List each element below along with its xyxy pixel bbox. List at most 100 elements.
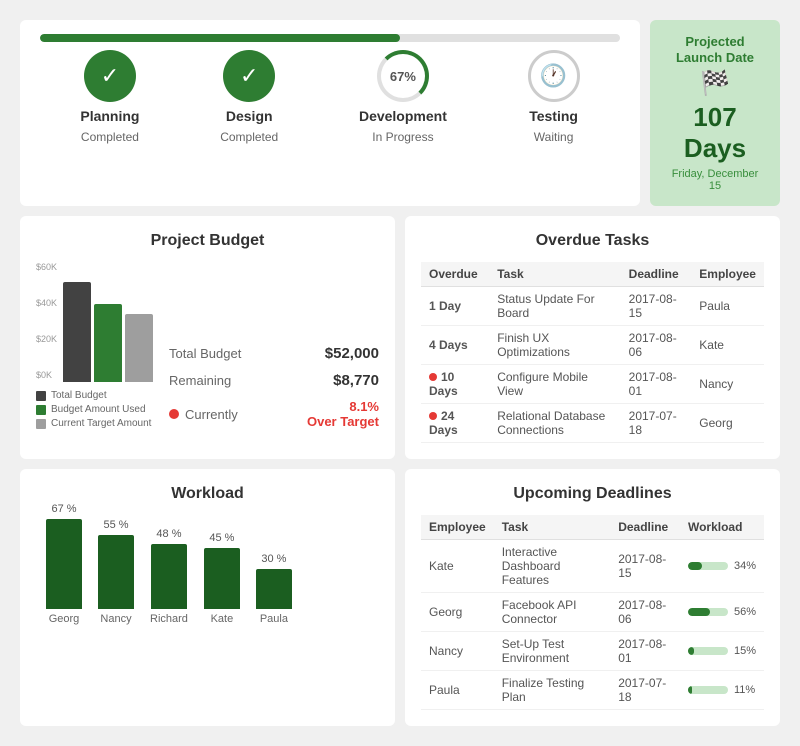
paula-pct-label: 11% [734, 684, 755, 696]
currently-value: 8.1% [349, 399, 379, 414]
dl-task-nancy: Set-Up Test Environment [494, 632, 611, 671]
kate-pct: 45 % [209, 532, 234, 544]
overdue-header-row: Overdue Task Deadline Employee [421, 262, 764, 287]
kate-label: Kate [211, 613, 234, 625]
design-icon: ✓ [223, 50, 275, 102]
overdue-days-2: 4 Days [421, 326, 489, 365]
overdue-task-2: Finish UX Optimizations [489, 326, 620, 365]
legend-dot-target [36, 419, 46, 429]
planning-status: Completed [81, 130, 139, 144]
design-name: Design [226, 108, 273, 124]
flag-icon: 🏁 [700, 69, 730, 98]
dl-row-georg: Georg Facebook API Connector 2017-08-06 … [421, 593, 764, 632]
development-name: Development [359, 108, 447, 124]
nancy-bar [98, 535, 134, 609]
kate-progress-bar [688, 562, 728, 570]
bar-total [63, 282, 91, 382]
dl-deadline-kate: 2017-08-15 [610, 540, 680, 593]
overdue-col-task: Task [489, 262, 620, 287]
dashboard: ✓ Planning Completed ✓ Design Completed [10, 10, 790, 736]
dl-workload-paula: 11% [680, 671, 764, 710]
georg-progress-fill [688, 608, 710, 616]
paula-pct: 30 % [261, 553, 286, 565]
paula-progress-fill [688, 686, 692, 694]
dl-employee-kate: Kate [421, 540, 494, 593]
georg-bar [46, 519, 82, 609]
launch-card: Projected Launch Date 🏁 107 Days Friday,… [650, 20, 780, 206]
overdue-days-1: 1 Day [421, 287, 489, 326]
testing-status: Waiting [534, 130, 574, 144]
nancy-label: Nancy [100, 613, 131, 625]
overdue-col-employee: Employee [691, 262, 764, 287]
dl-workload-georg: 56% [680, 593, 764, 632]
total-label: Total Budget [169, 346, 241, 361]
overdue-deadline-1: 2017-08-15 [621, 287, 692, 326]
middle-section: Project Budget $60K $40K $20K $0K [20, 216, 780, 459]
overdue-row-2: 4 Days Finish UX Optimizations 2017-08-0… [421, 326, 764, 365]
dl-deadline-paula: 2017-07-18 [610, 671, 680, 710]
overdue-col-deadline: Deadline [621, 262, 692, 287]
legend-target: Current Target Amount [36, 418, 153, 429]
paula-bar [256, 569, 292, 609]
georg-label: Georg [49, 613, 80, 625]
launch-days: 107 Days [668, 102, 762, 164]
overdue-col-overdue: Overdue [421, 262, 489, 287]
planning-icon: ✓ [84, 50, 136, 102]
budget-title: Project Budget [36, 232, 379, 250]
remaining-label: Remaining [169, 373, 231, 388]
red-dot-4 [429, 412, 437, 420]
richard-label: Richard [150, 613, 188, 625]
stat-total: Total Budget $52,000 [169, 345, 379, 362]
workload-bar-georg: 67 % Georg [46, 503, 82, 625]
overdue-employee-4: Georg [691, 404, 764, 443]
georg-progress-bar [688, 608, 728, 616]
phase-development: 67% Development In Progress [359, 50, 447, 144]
overdue-days-4: 24 Days [421, 404, 489, 443]
dl-col-workload: Workload [680, 515, 764, 540]
dl-workload-kate: 34% [680, 540, 764, 593]
over-target-dot [169, 409, 179, 419]
overdue-task-3: Configure Mobile View [489, 365, 620, 404]
development-status: In Progress [372, 130, 433, 144]
richard-pct: 48 % [156, 528, 181, 540]
dl-deadline-nancy: 2017-08-01 [610, 632, 680, 671]
nancy-progress-bar [688, 647, 728, 655]
dl-deadline-georg: 2017-08-06 [610, 593, 680, 632]
design-status: Completed [220, 130, 278, 144]
budget-stats: Total Budget $52,000 Remaining $8,770 Cu… [169, 345, 379, 429]
phases-card: ✓ Planning Completed ✓ Design Completed [20, 20, 640, 206]
overdue-employee-3: Nancy [691, 365, 764, 404]
dl-employee-paula: Paula [421, 671, 494, 710]
overdue-task-1: Status Update For Board [489, 287, 620, 326]
launch-title: Projected Launch Date [668, 34, 762, 65]
dl-employee-georg: Georg [421, 593, 494, 632]
deadlines-header-row: Employee Task Deadline Workload [421, 515, 764, 540]
budget-legend: Total Budget Budget Amount Used Current … [36, 390, 153, 429]
bar-target [125, 314, 153, 382]
y-labels: $60K $40K $20K $0K [36, 262, 57, 382]
stat-currently: Currently 8.1% Over Target [169, 399, 379, 429]
dl-row-kate: Kate Interactive Dashboard Features 2017… [421, 540, 764, 593]
phases-row: ✓ Planning Completed ✓ Design Completed [40, 50, 620, 144]
overdue-deadline-3: 2017-08-01 [621, 365, 692, 404]
budget-bars [63, 262, 153, 382]
top-section: ✓ Planning Completed ✓ Design Completed [20, 20, 780, 206]
paula-label: Paula [260, 613, 288, 625]
bottom-section: Workload 67 % Georg 55 % Nancy 48 % Rich… [20, 469, 780, 726]
remaining-value: $8,770 [333, 372, 379, 389]
overdue-title: Overdue Tasks [421, 232, 764, 250]
workload-card: Workload 67 % Georg 55 % Nancy 48 % Rich… [20, 469, 395, 726]
overdue-row-1: 1 Day Status Update For Board 2017-08-15… [421, 287, 764, 326]
overdue-card: Overdue Tasks Overdue Task Deadline Empl… [405, 216, 780, 459]
currently-label: Currently [169, 407, 238, 422]
phase-testing: 🕐 Testing Waiting [528, 50, 580, 144]
overdue-row-4: 24 Days Relational Database Connections … [421, 404, 764, 443]
legend-dot-total [36, 391, 46, 401]
nancy-pct-label: 15% [734, 645, 756, 657]
workload-bar-nancy: 55 % Nancy [98, 519, 134, 625]
phase-planning: ✓ Planning Completed [80, 50, 139, 144]
dl-col-deadline: Deadline [610, 515, 680, 540]
deadlines-title: Upcoming Deadlines [421, 485, 764, 503]
workload-bar-richard: 48 % Richard [150, 528, 188, 625]
dl-employee-nancy: Nancy [421, 632, 494, 671]
